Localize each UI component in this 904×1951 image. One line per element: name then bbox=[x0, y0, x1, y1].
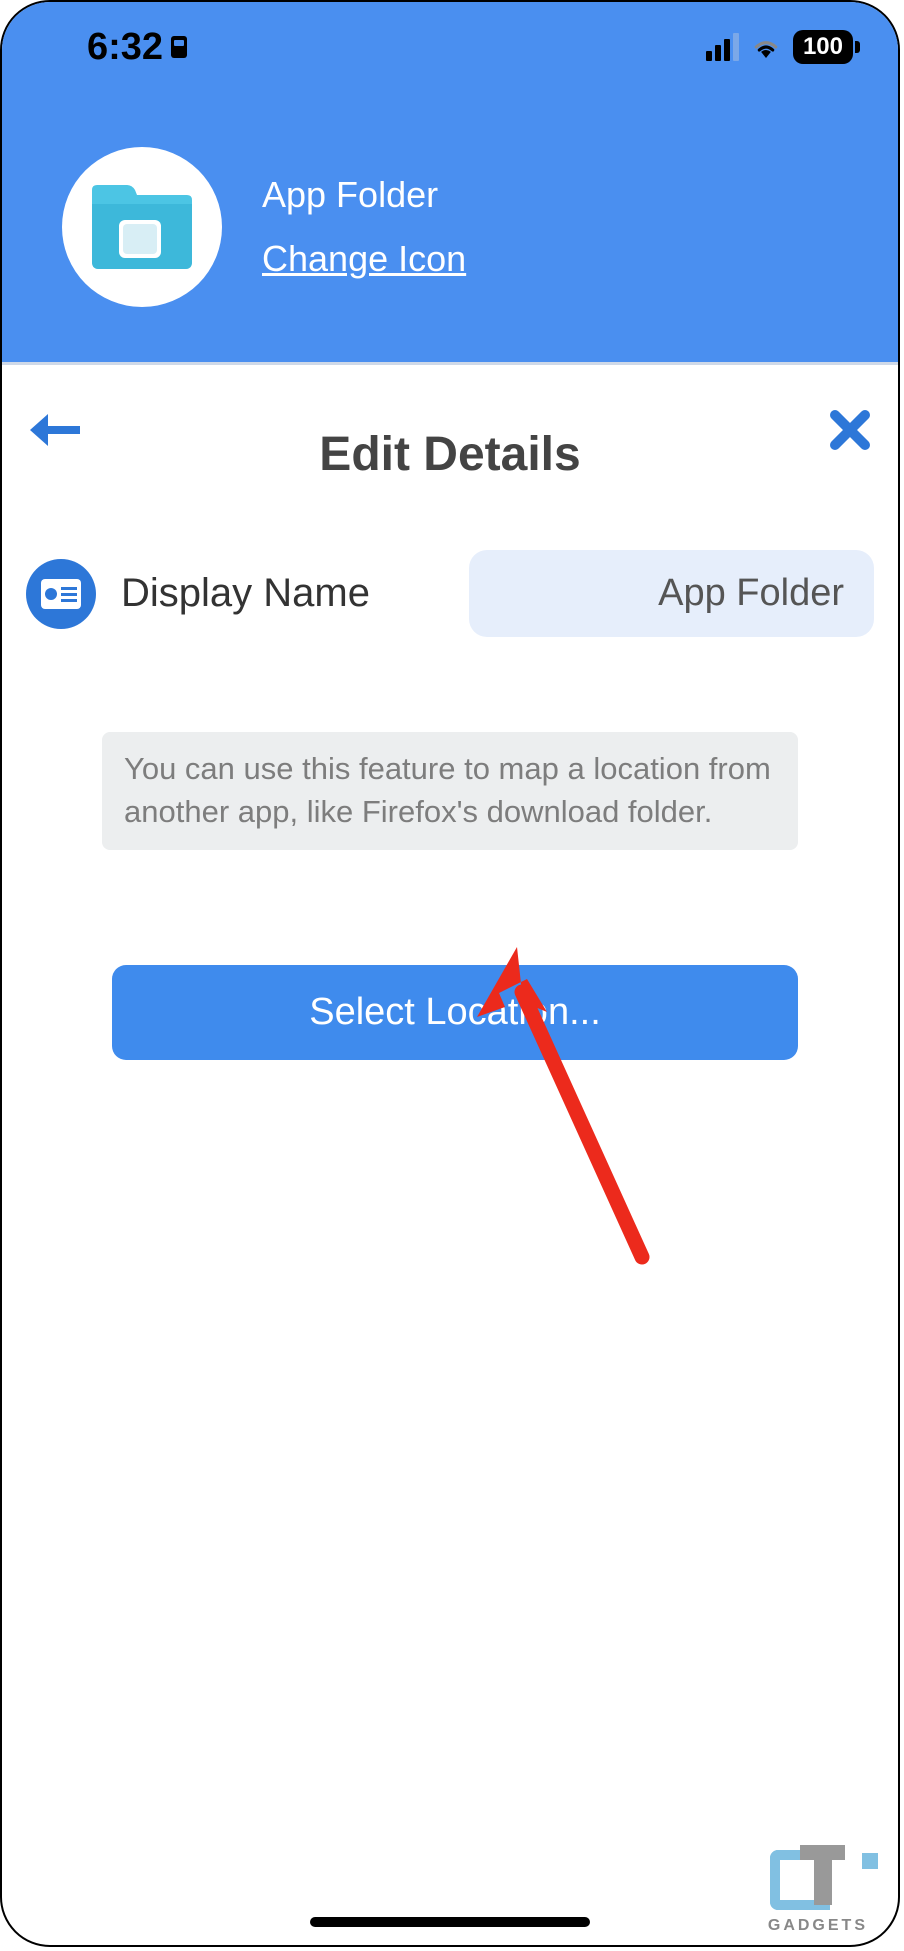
cellular-signal-icon bbox=[706, 33, 739, 61]
header-text: App Folder Change Icon bbox=[262, 174, 466, 280]
close-icon[interactable] bbox=[830, 410, 870, 450]
face-id-icon bbox=[171, 36, 187, 58]
watermark bbox=[770, 1845, 878, 1915]
battery-indicator: 100 bbox=[793, 30, 853, 64]
wifi-icon bbox=[751, 36, 781, 58]
folder-avatar[interactable] bbox=[62, 147, 222, 307]
time-text: 6:32 bbox=[87, 26, 163, 69]
status-indicators: 100 bbox=[706, 30, 853, 64]
info-text: You can use this feature to map a locati… bbox=[102, 732, 798, 850]
change-icon-link[interactable]: Change Icon bbox=[262, 238, 466, 280]
header-title: App Folder bbox=[262, 174, 466, 216]
watermark-dot bbox=[862, 1853, 878, 1869]
watermark-text: GADGETS bbox=[768, 1917, 868, 1935]
display-name-input[interactable]: App Folder bbox=[469, 550, 874, 637]
header-section: App Folder Change Icon bbox=[2, 92, 898, 362]
status-bar: 6:32 100 bbox=[2, 2, 898, 92]
battery-level: 100 bbox=[803, 33, 843, 60]
folder-icon bbox=[87, 182, 197, 272]
page-title: Edit Details bbox=[319, 427, 580, 482]
display-name-row: Display Name App Folder bbox=[2, 465, 898, 637]
device-frame: 6:32 100 Ap bbox=[0, 0, 900, 1947]
status-time: 6:32 bbox=[87, 26, 187, 69]
back-arrow-icon[interactable] bbox=[30, 410, 80, 450]
select-location-button[interactable]: Select Location... bbox=[112, 965, 798, 1060]
nav-row: Edit Details bbox=[2, 365, 898, 465]
home-indicator[interactable] bbox=[310, 1917, 590, 1927]
id-badge-icon bbox=[26, 559, 96, 629]
display-name-label: Display Name bbox=[121, 571, 370, 616]
watermark-logo bbox=[770, 1845, 850, 1915]
